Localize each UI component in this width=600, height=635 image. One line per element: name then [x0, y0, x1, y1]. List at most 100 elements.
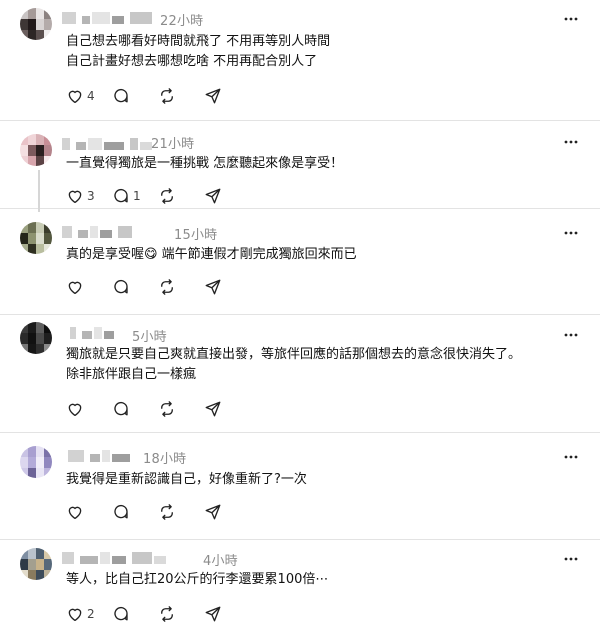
avatar[interactable] — [20, 222, 52, 254]
avatar-pixel — [20, 244, 28, 254]
comment-icon — [112, 278, 130, 296]
heart-icon — [66, 400, 84, 418]
post-text-line: 獨旅就是只要自己爽就直接出發，等旅伴回應的話那個想去的意念很快消失了。 — [66, 347, 522, 362]
reply-button[interactable] — [112, 604, 133, 624]
post-time: 4小時 — [203, 554, 238, 569]
share-button[interactable] — [204, 186, 222, 206]
like-button[interactable]: 4 — [66, 86, 95, 106]
reply-button[interactable] — [112, 86, 133, 106]
avatar-pixel — [28, 19, 36, 30]
username-pixel — [104, 331, 114, 339]
reply-button[interactable]: 1 — [112, 186, 141, 206]
more-options-icon[interactable] — [564, 135, 578, 149]
avatar-pixel — [36, 134, 44, 145]
avatar-pixel — [20, 548, 28, 559]
post-text-line: 除非旅伴跟自己一樣瘋 — [66, 367, 197, 382]
like-button[interactable] — [66, 277, 87, 297]
repost-icon — [158, 605, 176, 623]
share-icon — [204, 503, 222, 521]
repost-button[interactable] — [158, 502, 176, 522]
repost-button[interactable] — [158, 277, 176, 297]
avatar-pixel — [20, 156, 28, 166]
more-options-icon[interactable] — [564, 328, 578, 342]
post-time: 5小時 — [132, 330, 167, 345]
avatar-pixel — [44, 233, 52, 244]
avatar-pixel — [36, 233, 44, 244]
username-pixel — [92, 12, 110, 24]
username-pixel — [76, 142, 86, 150]
avatar[interactable] — [20, 548, 52, 580]
reply-button[interactable] — [112, 399, 133, 419]
share-button[interactable] — [204, 502, 222, 522]
repost-button[interactable] — [158, 399, 176, 419]
like-button[interactable]: 3 — [66, 186, 95, 206]
comment-icon — [112, 400, 130, 418]
share-button[interactable] — [204, 604, 222, 624]
repost-button[interactable] — [158, 604, 176, 624]
avatar-pixel — [28, 457, 36, 468]
avatar-pixel — [20, 457, 28, 468]
username-pixel — [80, 556, 98, 564]
post-time: 22小時 — [160, 14, 204, 29]
avatar[interactable] — [20, 134, 52, 166]
post-text-line: 我覺得是重新認識自己，好像重新了?一次 — [66, 472, 307, 487]
avatar-pixel — [20, 446, 28, 457]
avatar-pixel — [36, 19, 44, 30]
share-button[interactable] — [204, 86, 222, 106]
avatar[interactable] — [20, 322, 52, 354]
avatar[interactable] — [20, 8, 52, 40]
repost-icon — [158, 87, 176, 105]
reply-button[interactable] — [112, 277, 133, 297]
username-pixel — [112, 16, 124, 24]
username-pixel — [62, 552, 74, 564]
comment-icon — [112, 503, 130, 521]
divider — [0, 539, 600, 540]
share-button[interactable] — [204, 399, 222, 419]
avatar-pixel — [28, 8, 36, 19]
username-pixel — [68, 450, 84, 462]
avatar-pixel — [44, 548, 52, 559]
reply-button[interactable] — [112, 502, 133, 522]
avatar-pixel — [20, 322, 28, 333]
share-button[interactable] — [204, 277, 222, 297]
heart-icon — [66, 503, 84, 521]
more-options-icon[interactable] — [564, 226, 578, 240]
avatar-pixel — [44, 446, 52, 457]
username-pixel — [112, 454, 130, 462]
more-options-icon[interactable] — [564, 12, 578, 26]
username-pixel — [62, 138, 70, 150]
avatar-pixel — [44, 30, 52, 40]
avatar-pixel — [36, 344, 44, 354]
like-button[interactable]: 2 — [66, 604, 95, 624]
like-button[interactable] — [66, 399, 87, 419]
username-pixel — [82, 331, 92, 339]
username-pixel — [100, 230, 112, 238]
share-icon — [204, 187, 222, 205]
like-button[interactable] — [66, 502, 87, 522]
avatar-pixel — [28, 344, 36, 354]
like-count: 3 — [87, 189, 95, 203]
post-time: 21小時 — [151, 137, 195, 152]
divider — [0, 432, 600, 433]
username-pixel — [100, 552, 110, 564]
post-text-line: 自己計畫好想去哪想吃啥 不用再配合別人了 — [66, 54, 318, 69]
avatar-pixel — [20, 134, 28, 145]
repost-button[interactable] — [158, 186, 176, 206]
like-count: 2 — [87, 607, 95, 621]
more-options-icon[interactable] — [564, 450, 578, 464]
more-options-icon[interactable] — [564, 552, 578, 566]
repost-button[interactable] — [158, 86, 176, 106]
avatar-pixel — [44, 344, 52, 354]
avatar-pixel — [20, 222, 28, 233]
avatar-pixel — [20, 30, 28, 40]
share-icon — [204, 278, 222, 296]
avatar[interactable] — [20, 446, 52, 478]
avatar-pixel — [44, 559, 52, 570]
avatar-pixel — [44, 134, 52, 145]
avatar-pixel — [44, 468, 52, 478]
username-pixel — [104, 142, 124, 150]
thread-connector-line — [38, 170, 40, 212]
avatar-pixel — [36, 30, 44, 40]
divider — [0, 120, 600, 121]
repost-icon — [158, 187, 176, 205]
